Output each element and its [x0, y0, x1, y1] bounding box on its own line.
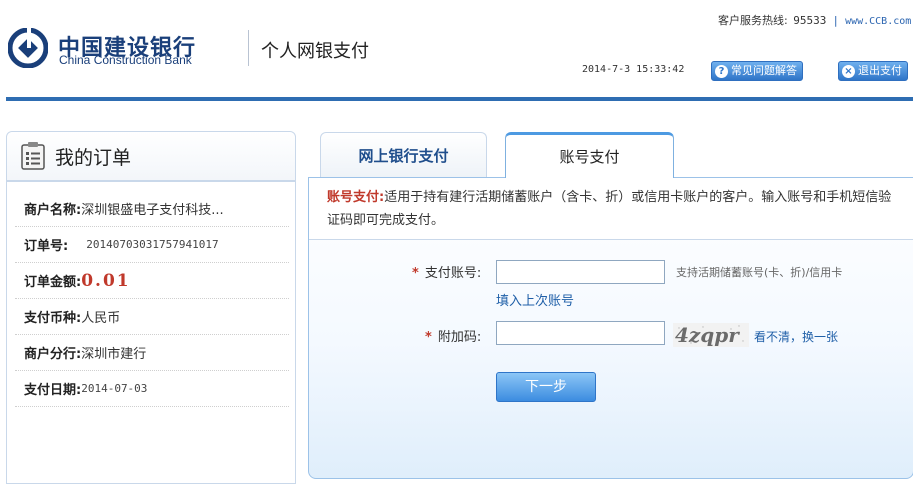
tab-online-banking[interactable]: 网上银行支付 — [320, 132, 487, 177]
order-row-order-id: 订单号: 20140703031757941017 — [15, 227, 289, 263]
order-panel: 我的订单 商户名称: 深圳银盛电子支付科技... 订单号: 2014070303… — [6, 131, 296, 484]
captcha-text: 4zqpr — [675, 323, 740, 347]
brand-divider — [248, 30, 249, 66]
faq-button[interactable]: ? 常见问题解答 — [711, 61, 803, 81]
exit-payment-button[interactable]: × 退出支付 — [838, 61, 908, 81]
currency-label: 支付币种: — [24, 311, 82, 326]
next-step-button[interactable]: 下一步 — [496, 372, 596, 402]
order-amount-value: 0.01 — [81, 270, 131, 291]
order-title: 我的订单 — [55, 146, 132, 169]
merchant-name-value: 深圳银盛电子支付科技... — [81, 203, 224, 218]
close-icon: × — [842, 64, 855, 78]
account-label-text: 支付账号: — [424, 266, 482, 281]
question-icon: ? — [715, 64, 728, 78]
merchant-name-label: 商户名称: — [24, 203, 82, 218]
order-amount-label: 订单金额: — [24, 275, 82, 290]
order-row-branch: 商户分行: 深圳市建行 — [15, 335, 289, 371]
order-header: 我的订单 — [7, 132, 295, 182]
payment-notice: 账号支付:适用于持有建行活期储蓄账户（含卡、折）或信用卡账户的客户。输入账号和手… — [309, 178, 913, 240]
faq-button-label: 常见问题解答 — [731, 64, 797, 77]
hotline-label: 客户服务热线: — [718, 14, 788, 27]
fill-last-account-link[interactable]: 填入上次账号 — [496, 290, 574, 309]
hotline-info: 客户服务热线: 95533 | www.CCB.com — [718, 12, 911, 28]
merchant-branch-value: 深圳市建行 — [81, 347, 147, 362]
payment-date-value: 2014-07-03 — [81, 382, 148, 395]
account-hint: 支持活期储蓄账号(卡、折)/信用卡 — [676, 266, 843, 279]
currency-value: 人民币 — [81, 311, 121, 326]
captcha-image[interactable]: 4zqpr — [673, 323, 749, 347]
account-number-input[interactable] — [496, 260, 665, 284]
hotline-divider: | — [833, 14, 838, 27]
current-datetime: 2014-7-3 15:33:42 — [582, 64, 685, 75]
captcha-field-label: * 附加码: — [425, 326, 481, 345]
page-subtitle: 个人网银支付 — [261, 41, 369, 62]
order-id-value: 20140703031757941017 — [86, 238, 219, 251]
captcha-label-text: 附加码: — [437, 330, 482, 345]
refresh-captcha-link[interactable]: 看不清，换一张 — [754, 328, 838, 345]
required-mark: * — [425, 330, 432, 345]
brand-name-en: China Construction Bank — [59, 53, 192, 67]
required-mark: * — [412, 266, 419, 281]
order-row-date: 支付日期: 2014-07-03 — [15, 371, 289, 407]
ccb-logo-icon — [8, 28, 48, 68]
order-list-icon — [21, 142, 45, 170]
payment-date-label: 支付日期: — [24, 383, 82, 398]
exit-button-label: 退出支付 — [858, 64, 902, 77]
account-field-label: * 支付账号: — [412, 262, 481, 281]
website-link[interactable]: www.CCB.com — [845, 16, 911, 27]
header-divider — [6, 97, 913, 101]
captcha-input[interactable] — [496, 321, 665, 345]
tab-account-payment[interactable]: 账号支付 — [505, 132, 674, 178]
order-row-amount: 订单金额: 0.01 — [15, 263, 289, 299]
hotline-number: 95533 — [793, 14, 827, 27]
order-row-merchant: 商户名称: 深圳银盛电子支付科技... — [15, 191, 289, 227]
account-payment-panel: 账号支付:适用于持有建行活期储蓄账户（含卡、折）或信用卡账户的客户。输入账号和手… — [308, 177, 913, 479]
notice-label: 账号支付: — [327, 190, 385, 205]
order-row-currency: 支付币种: 人民币 — [15, 299, 289, 335]
merchant-branch-label: 商户分行: — [24, 347, 82, 362]
notice-text: 适用于持有建行活期储蓄账户（含卡、折）或信用卡账户的客户。输入账号和手机短信验证… — [327, 190, 892, 228]
order-id-label: 订单号: — [24, 239, 69, 254]
